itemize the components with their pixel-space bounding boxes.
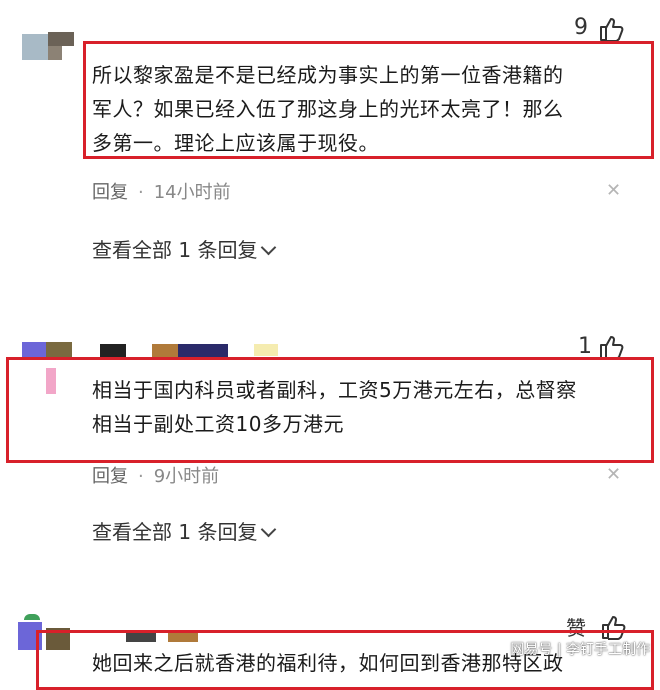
timestamp: 14小时前: [153, 182, 231, 203]
avatar[interactable]: [22, 32, 74, 60]
comment-line: 军人？如果已经入伍了那这身上的光环太亮了！那么: [92, 97, 564, 121]
comment-line: 所以黎家盈是不是已经成为事实上的第一位香港籍的: [92, 63, 564, 87]
view-replies-label: 查看全部 1 条回复: [92, 238, 258, 262]
watermark: 网易号 | 李钉手工制作: [510, 642, 650, 658]
chevron-down-icon: [261, 521, 277, 538]
comment-line: 相当于国内科员或者副科，工资5万港元左右，总督察: [92, 378, 577, 402]
close-icon[interactable]: ✕: [606, 180, 621, 201]
like-count: 9: [574, 15, 588, 40]
comment-line: 多第一。理论上应该属于现役。: [92, 131, 379, 155]
comment-line: 她回来之后就香港的福利待，如何回到香港那特区政: [92, 651, 564, 675]
comment-text: 所以黎家盈是不是已经成为事实上的第一位香港籍的 军人？如果已经入伍了那这身上的光…: [92, 58, 564, 160]
thumbs-up-icon[interactable]: [598, 16, 624, 42]
close-icon[interactable]: ✕: [606, 464, 621, 485]
reply-button[interactable]: 回复: [92, 466, 128, 487]
view-replies-button[interactable]: 查看全部 1 条回复: [92, 234, 277, 263]
reply-button[interactable]: 回复: [92, 182, 128, 203]
comment-meta: 回复 · 14小时前: [92, 182, 231, 203]
like-count: 1: [578, 334, 592, 359]
comment-line: 相当于副处工资10多万港元: [92, 412, 344, 436]
comment-text: 相当于国内科员或者副科，工资5万港元左右，总督察 相当于副处工资10多万港元: [92, 373, 577, 441]
view-replies-button[interactable]: 查看全部 1 条回复: [92, 516, 277, 545]
comment-text: 她回来之后就香港的福利待，如何回到香港那特区政: [92, 646, 564, 680]
chevron-down-icon: [261, 239, 277, 256]
timestamp: 9小时前: [153, 466, 220, 487]
comment-meta: 回复 · 9小时前: [92, 466, 220, 487]
view-replies-label: 查看全部 1 条回复: [92, 520, 258, 544]
